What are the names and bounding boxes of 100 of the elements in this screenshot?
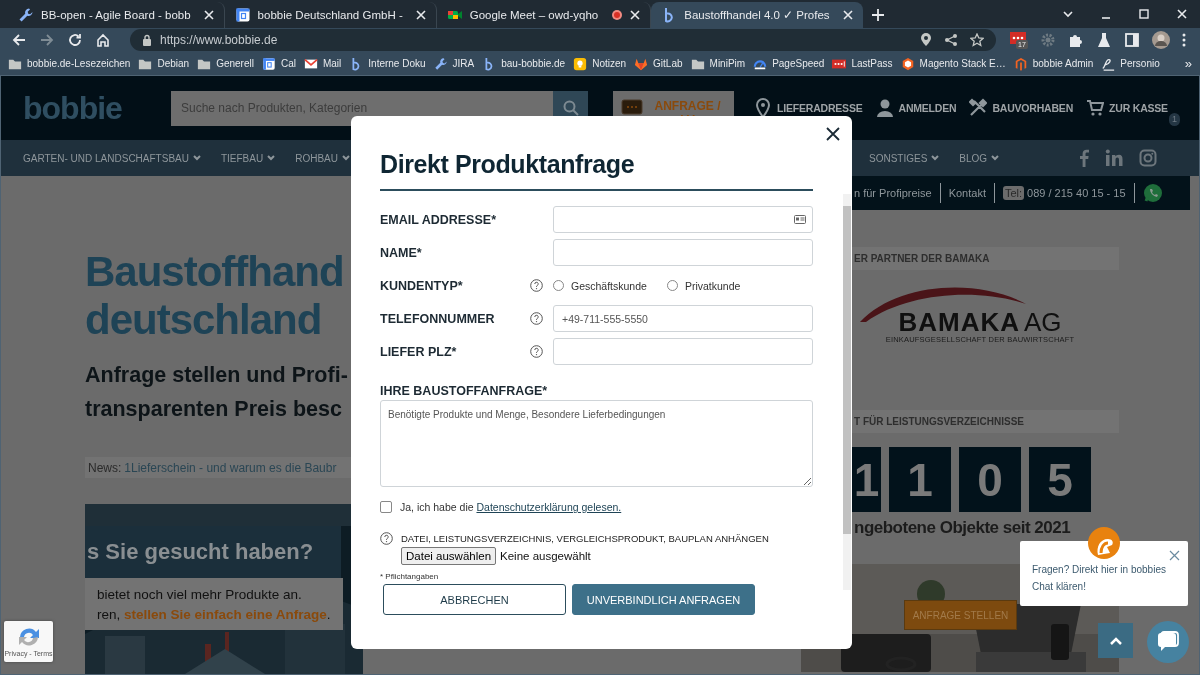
bookmark[interactable]: bobbie Admin bbox=[1013, 56, 1094, 71]
envelope-icon bbox=[303, 56, 318, 71]
header-link[interactable]: ZUR KASSE bbox=[1086, 98, 1168, 118]
submit-button[interactable]: UNVERBINDLICH ANFRAGEN bbox=[572, 584, 755, 615]
nav-menu-item[interactable]: GARTEN- UND LANDSCHAFTSBAU bbox=[23, 152, 201, 164]
field-label: NAME* bbox=[380, 245, 423, 260]
hero-subheading: Anfrage stellen und Profi- bbox=[85, 362, 348, 389]
side-panel-icon[interactable] bbox=[1124, 32, 1140, 48]
bookmark[interactable]: PageSpeed bbox=[753, 56, 825, 71]
file-status: Keine ausgewählt bbox=[500, 550, 591, 562]
hexagon-icon bbox=[900, 56, 915, 71]
bookmark[interactable]: GitLab bbox=[634, 56, 683, 71]
cancel-button[interactable]: ABBRECHEN bbox=[383, 584, 566, 615]
wrench-icon bbox=[433, 56, 448, 71]
text-area[interactable]: Benötigte Produkte und Menge, Besondere Lieferbedingungen bbox=[380, 400, 813, 487]
url-text: https://www.bobbie.de bbox=[160, 33, 278, 47]
radio-label[interactable]: Privatkunde bbox=[684, 279, 741, 292]
field-label: EMAIL ADDRESSE* bbox=[380, 212, 497, 227]
nav-menu-item[interactable]: BLOG bbox=[959, 152, 1000, 164]
news-label: News: bbox=[88, 460, 122, 475]
chevron-down-icon bbox=[192, 155, 201, 161]
counter-caption: ngebotene Objekte seit 2021 bbox=[854, 518, 1071, 538]
instagram-icon[interactable] bbox=[1139, 149, 1158, 167]
scroll-top-button[interactable] bbox=[1098, 623, 1133, 658]
calendar-icon bbox=[261, 56, 276, 71]
share-icon[interactable] bbox=[944, 33, 958, 47]
dots-icon[interactable] bbox=[1010, 32, 1026, 44]
m-logo-icon bbox=[1013, 56, 1028, 71]
info-link[interactable]: n für Profipreise bbox=[854, 187, 932, 199]
radio-label[interactable]: Geschäftskunde bbox=[571, 279, 647, 292]
more-icon[interactable] bbox=[1182, 33, 1186, 47]
help-icon[interactable] bbox=[530, 345, 543, 358]
partner-logo-suffix: AG bbox=[1023, 309, 1062, 334]
input-field[interactable] bbox=[553, 239, 813, 266]
bookmark[interactable]: Debian bbox=[138, 56, 190, 71]
nav-menu-item[interactable]: SONSTIGES bbox=[869, 152, 940, 164]
field-label: IHRE BAUSTOFFANFRAGE* bbox=[380, 383, 549, 399]
chevron-down-icon[interactable] bbox=[1062, 8, 1074, 20]
chat-bubble-icon bbox=[1157, 631, 1179, 653]
help-icon[interactable] bbox=[530, 312, 543, 325]
forward-icon[interactable] bbox=[40, 33, 54, 47]
bookmark[interactable]: bobbie.de-Lesezeichen bbox=[8, 56, 131, 71]
more-bookmarks[interactable]: » bbox=[1184, 56, 1192, 71]
file-button[interactable]: Datei auswählen bbox=[401, 547, 497, 565]
facebook-icon[interactable] bbox=[1079, 149, 1090, 167]
bookmark[interactable]: Cal bbox=[261, 56, 296, 71]
bookmark[interactable]: bau-bobbie.de bbox=[482, 56, 566, 71]
input-field[interactable] bbox=[553, 338, 813, 365]
reload-icon[interactable] bbox=[68, 33, 82, 47]
phone-label: Tel: bbox=[1002, 186, 1025, 200]
nav-menu-item[interactable]: ROHBAU bbox=[295, 152, 350, 164]
bookmark[interactable]: Interne Doku bbox=[349, 56, 426, 71]
phone-number[interactable]: 089 / 215 40 15 - 15 bbox=[1027, 187, 1126, 199]
help-icon[interactable] bbox=[380, 531, 393, 545]
star-icon[interactable] bbox=[970, 33, 984, 47]
bookmark[interactable]: Magento Stack E… bbox=[900, 56, 1006, 71]
scrollbar[interactable] bbox=[843, 194, 851, 590]
checkbox[interactable] bbox=[380, 501, 392, 513]
hero-subheading: transparenten Preis besc bbox=[85, 396, 342, 423]
info-link[interactable]: Kontakt bbox=[948, 187, 986, 199]
chat-button[interactable] bbox=[1147, 621, 1189, 663]
address-bar[interactable]: https://www.bobbie.de bbox=[130, 29, 996, 51]
input-field[interactable]: +49-711-555-5550 bbox=[553, 305, 813, 332]
banner-heading: s Sie gesucht haben? bbox=[85, 526, 341, 578]
flask-icon[interactable] bbox=[1096, 32, 1112, 48]
close-icon[interactable] bbox=[825, 126, 841, 142]
bookmark[interactable]: Notizen bbox=[573, 56, 627, 71]
bookmark[interactable]: LastPass bbox=[832, 56, 893, 71]
browser-tab[interactable]: Baustoffhandel 4.0 ✓ Profes bbox=[651, 2, 863, 28]
nav-menu-item[interactable]: TIEFBAU bbox=[220, 152, 276, 164]
privacy-link[interactable]: Datenschutzerklärung gelesen. bbox=[476, 501, 622, 513]
banner-text: ren, stellen Sie einfach eine Anfrage. bbox=[97, 606, 332, 624]
help-icon[interactable] bbox=[530, 279, 543, 292]
banner-text: bietet noch viel mehr Produkte an. bbox=[97, 586, 303, 604]
header-link[interactable]: BAUVORHABEN bbox=[969, 98, 1074, 118]
counter-digit: 0 bbox=[959, 447, 1021, 512]
home-icon[interactable] bbox=[96, 33, 110, 47]
field-label: LIEFER PLZ* bbox=[380, 344, 458, 359]
back-icon[interactable] bbox=[12, 33, 26, 47]
location-pin-icon[interactable] bbox=[920, 33, 932, 47]
bookmark[interactable]: MiniPim bbox=[690, 56, 746, 71]
plus-icon[interactable] bbox=[870, 8, 885, 22]
input-field[interactable] bbox=[553, 206, 813, 233]
bookmark[interactable]: Personio bbox=[1101, 56, 1160, 71]
list-icon bbox=[621, 98, 643, 115]
bookmark[interactable]: JIRA bbox=[433, 56, 475, 71]
fox-icon bbox=[634, 56, 649, 71]
counter-digit: 5 bbox=[1029, 447, 1091, 512]
bookmark[interactable]: Generell bbox=[197, 56, 254, 71]
header-link[interactable]: ANMELDEN bbox=[875, 98, 957, 118]
avatar-icon[interactable] bbox=[1152, 31, 1170, 49]
linkedin-icon[interactable] bbox=[1105, 149, 1124, 167]
bookmark[interactable]: Mail bbox=[303, 56, 342, 71]
location-pin-icon bbox=[754, 98, 772, 118]
field-label: KUNDENTYP* bbox=[380, 278, 464, 293]
chat-bubble-icon[interactable] bbox=[1142, 183, 1163, 203]
puzzle-icon[interactable] bbox=[1068, 32, 1084, 48]
maximize-icon[interactable] bbox=[1138, 8, 1150, 20]
chat-message: Fragen? Direkt hier in bobbies Chat klären! bbox=[1032, 563, 1167, 594]
header-link[interactable]: LIEFERADRESSE bbox=[754, 98, 863, 118]
